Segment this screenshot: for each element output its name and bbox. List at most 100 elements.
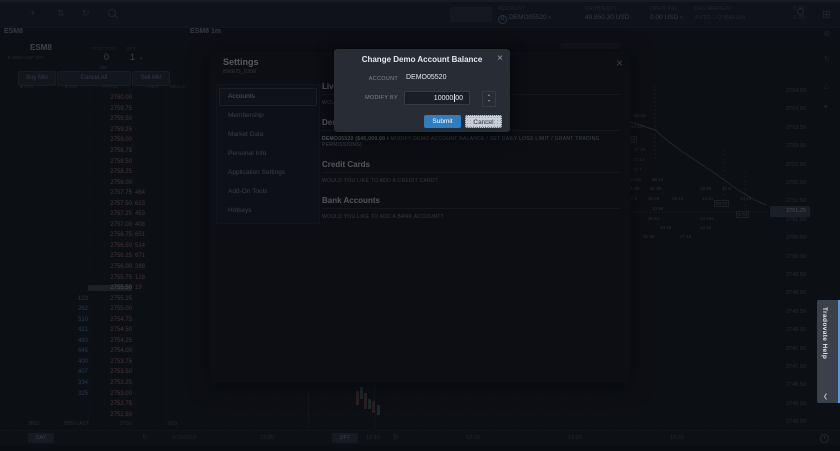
ladder-cell-bids[interactable]: 325 — [54, 391, 88, 397]
ladder-cell-price[interactable]: 2757.00 — [88, 222, 132, 228]
ladder-cell-asks[interactable]: 128 — [132, 275, 169, 281]
close-icon[interactable]: × — [497, 53, 503, 64]
ladder-cell-asks[interactable]: 671 — [132, 253, 169, 259]
settings-menu-market-data[interactable]: Market Data — [219, 126, 317, 144]
ladder-cell-bids[interactable]: 645 — [54, 348, 88, 354]
ladder-cell-price[interactable]: 2755.50 — [88, 285, 132, 291]
amount-stepper[interactable]: ▴▾ — [482, 91, 496, 107]
refresh-icon[interactable]: ↻ — [82, 7, 90, 19]
settings-menu-accounts[interactable]: Accounts — [219, 88, 317, 106]
chart-type-icon[interactable]: ⊞ — [824, 30, 830, 38]
ladder-cell-price[interactable]: 2755.75 — [88, 275, 132, 281]
ladder-row[interactable]: 2758.00 — [0, 177, 186, 188]
ladder-row[interactable]: 2760.00 — [0, 93, 186, 104]
ladder-cell-price[interactable]: 2759.00 — [88, 137, 132, 143]
search-icon[interactable] — [108, 9, 116, 17]
ladder-cell-asks[interactable]: 288 — [132, 264, 169, 270]
ladder-cell-price[interactable]: 2758.00 — [88, 180, 132, 186]
ladder-row[interactable]: 2752.50 — [0, 409, 186, 420]
ladder-cell-price[interactable]: 2756.75 — [88, 232, 132, 238]
ladder-row[interactable]: 2759.50 — [0, 114, 186, 125]
ladder-cell-asks[interactable]: 514 — [132, 243, 169, 249]
settings-menu-add-on-tools[interactable]: Add-On Tools — [219, 183, 317, 201]
dom-panel-title[interactable]: ESM8 — [4, 28, 23, 35]
settings-menu-hotkeys[interactable]: Hotkeys — [219, 202, 317, 220]
ladder-cell-bids[interactable]: 493 — [54, 338, 88, 344]
ladder-cell-price[interactable]: 2757.50 — [88, 201, 132, 207]
ladder-row[interactable]: 2759.75 — [0, 104, 186, 115]
modify-amount-input[interactable]: 10000.00 — [404, 91, 470, 105]
ladder-row[interactable]: 4002753.75 — [0, 357, 186, 368]
ladder-row[interactable]: 2756.00288 — [0, 262, 186, 273]
clock-icon[interactable] — [820, 434, 829, 443]
ladder-cell-bids[interactable]: 334 — [54, 380, 88, 386]
settings-menu-membership[interactable]: Membership — [219, 107, 317, 125]
ladder-row[interactable]: 4932754.25 — [0, 336, 186, 347]
day-badge[interactable]: DAY — [28, 433, 54, 443]
spinner-down-icon[interactable]: ▾ — [483, 98, 495, 104]
ladder-row[interactable]: 2758.25 — [0, 167, 186, 178]
ladder-cell-bids[interactable]: 407 — [54, 369, 88, 375]
ladder-row[interactable]: 2756.25671 — [0, 251, 186, 262]
ladder-cell-price[interactable]: 2758.75 — [88, 148, 132, 154]
help-tab[interactable]: Tradovate Help ❮ — [817, 300, 840, 403]
transfer-icon[interactable]: ⇅ — [57, 7, 65, 19]
ladder-row[interactable]: 6452754.00 — [0, 346, 186, 357]
ladder-cell-price[interactable]: 2756.00 — [88, 264, 132, 270]
ladder-row[interactable]: 2755.5019 — [0, 283, 186, 294]
ladder-row[interactable]: 2752.75 — [0, 399, 186, 410]
ladder-cell-asks[interactable]: 453 — [132, 211, 169, 217]
ladder-row[interactable]: 2755.75128 — [0, 272, 186, 283]
ladder-cell-price[interactable]: 2758.50 — [88, 159, 132, 165]
ladder-row[interactable]: 2757.75464 — [0, 188, 186, 199]
toolbar-button[interactable] — [450, 7, 492, 22]
ladder-cell-price[interactable]: 2759.75 — [88, 106, 132, 112]
ladder-cell-price[interactable]: 2753.00 — [88, 391, 132, 397]
dft-badge[interactable]: DFT — [332, 433, 358, 443]
ladder-row[interactable]: 2757.00408 — [0, 220, 186, 231]
qty-value[interactable]: 1 — [130, 52, 135, 62]
ladder-row[interactable]: 1232755.25 — [0, 293, 186, 304]
ladder-cell-price[interactable]: 2758.25 — [88, 169, 132, 175]
ladder-cell-price[interactable]: 2757.25 — [88, 211, 132, 217]
ladder-row[interactable]: 4212754.50 — [0, 325, 186, 336]
ladder-row[interactable]: 2756.50514 — [0, 241, 186, 252]
add-module-icon[interactable]: + — [30, 7, 35, 19]
close-icon[interactable]: × — [616, 56, 623, 70]
ladder-cell-bids[interactable]: 421 — [54, 327, 88, 333]
cancel-button[interactable]: Cancel — [465, 115, 502, 128]
ladder-cell-price[interactable]: 2760.00 — [88, 95, 132, 101]
ladder-cell-price[interactable]: 2756.25 — [88, 253, 132, 259]
settings-menu-personal-info[interactable]: Personal Info — [219, 145, 317, 163]
ladder-cell-price[interactable]: 2753.25 — [88, 380, 132, 386]
ladder-row[interactable]: 2757.50623 — [0, 198, 186, 209]
ladder-row[interactable]: 2757.25453 — [0, 209, 186, 220]
ladder-cell-price[interactable]: 2753.75 — [88, 359, 132, 365]
ladder-cell-price[interactable]: 2756.50 — [88, 243, 132, 249]
ladder-cell-price[interactable]: 2754.00 — [88, 348, 132, 354]
ladder-row[interactable]: 2756.75651 — [0, 230, 186, 241]
ladder-row[interactable]: 5102754.75 — [0, 314, 186, 325]
triangle-icon[interactable]: △ — [824, 82, 829, 90]
refresh-icon[interactable]: ↻ — [393, 433, 399, 441]
settings-menu-application-settings[interactable]: Application Settings — [219, 164, 317, 182]
ladder-cell-price[interactable]: 2753.50 — [88, 369, 132, 375]
grid-icon[interactable]: ⊞ — [822, 8, 831, 21]
ladder-row[interactable]: 3252753.00 — [0, 388, 186, 399]
ladder-cell-price[interactable]: 2754.25 — [88, 338, 132, 344]
refresh-icon[interactable]: ↻ — [142, 433, 148, 441]
chevron-down-icon[interactable]: ▾ — [140, 56, 143, 62]
ladder-cell-price[interactable]: 2759.50 — [88, 116, 132, 122]
ladder-cell-price[interactable]: 2755.00 — [88, 306, 132, 312]
account-selector[interactable]: DDEMO05520 ▾ — [498, 14, 551, 24]
ladder-cell-price[interactable]: 2752.75 — [88, 401, 132, 407]
ladder-cell-price[interactable]: 2755.25 — [88, 296, 132, 302]
chevron-down-icon[interactable]: ▾ — [824, 103, 828, 111]
ladder-cell-asks[interactable]: 651 — [132, 232, 169, 238]
ladder-cell-asks[interactable]: 19 — [132, 285, 169, 291]
ladder-cell-price[interactable]: 2754.50 — [88, 327, 132, 333]
ladder-row[interactable]: 2758.75 — [0, 146, 186, 157]
ladder-row[interactable]: 2759.25 — [0, 125, 186, 136]
ladder-cell-asks[interactable]: 408 — [132, 222, 169, 228]
ladder-row[interactable]: 4072753.50 — [0, 367, 186, 378]
